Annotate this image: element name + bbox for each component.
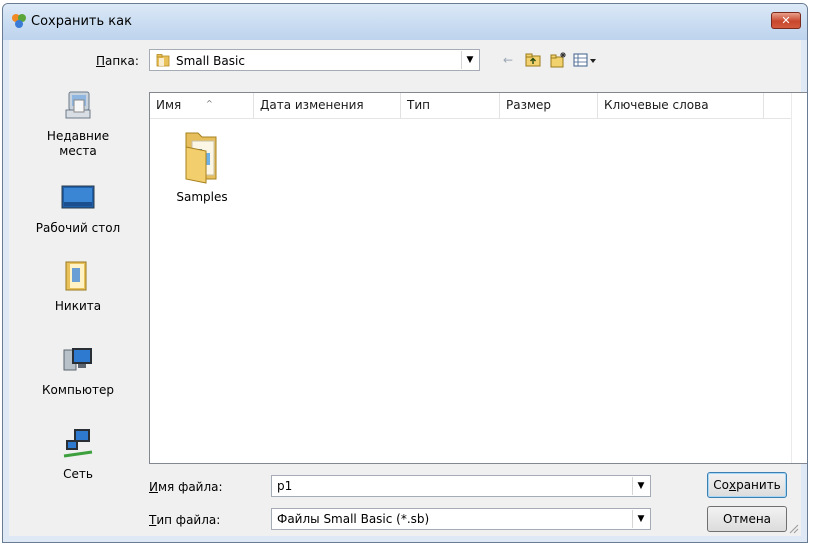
column-header-size[interactable]: Размер [500,93,598,118]
filename-label: Имя файла: [149,480,223,494]
place-label: Недавние [46,129,110,143]
place-label: Рабочий стол [35,221,121,235]
places-bar: Недавние места Рабочий стол Никита Компь… [15,80,141,510]
folder-icon [156,54,170,67]
place-network[interactable]: Сеть [15,426,141,482]
window-title: Сохранить как [31,14,132,29]
file-item-samples[interactable]: Samples [162,127,242,204]
column-header-row: Имя ^ Дата изменения Тип Размер Ключевые… [150,93,807,119]
chevron-down-icon: ▼ [466,55,474,65]
small-basic-app-icon [12,14,26,28]
file-list[interactable]: Имя ^ Дата изменения Тип Размер Ключевые… [149,92,807,464]
computer-icon [63,348,92,371]
save-as-dialog: Сохранить как ✕ Папка: Small Basic ▼ ← Н… [2,3,808,543]
place-label: Компьютер [42,383,114,397]
save-button[interactable]: Сохранить [707,472,787,498]
desktop-icon [61,185,95,209]
sort-ascending-icon: ^ [206,99,213,108]
filename-dropdown-button[interactable]: ▼ [632,477,649,495]
place-computer[interactable]: Компьютер [15,342,141,398]
dialog-body: Папка: Small Basic ▼ ← Недавние места Ра… [9,40,807,536]
up-folder-icon[interactable] [524,51,542,69]
place-label: места [59,144,97,158]
column-header-type[interactable]: Тип [401,93,500,118]
place-recent[interactable]: Недавние места [15,88,141,159]
view-menu-icon[interactable] [573,51,599,69]
place-user[interactable]: Никита [15,258,141,314]
current-folder-name: Small Basic [176,54,245,68]
folder-dropdown-button[interactable]: ▼ [461,51,478,69]
cancel-button[interactable]: Отмена [707,506,787,532]
place-label: Сеть [63,467,93,481]
close-button[interactable]: ✕ [771,12,801,29]
filetype-dropdown-button[interactable]: ▼ [632,510,649,528]
resize-grip-icon[interactable] [787,522,799,534]
back-arrow-icon[interactable]: ← [499,51,517,69]
user-folder-icon [65,261,87,291]
column-header-keywords[interactable]: Ключевые слова [598,93,764,118]
title-bar[interactable]: Сохранить как ✕ [3,4,807,40]
network-icon [63,429,93,458]
column-header-date[interactable]: Дата изменения [254,93,401,118]
filename-input[interactable]: p1 ▼ [271,475,651,497]
close-icon: ✕ [781,14,791,27]
place-desktop[interactable]: Рабочий стол [15,180,141,236]
column-header-name[interactable]: Имя ^ [150,93,254,118]
recent-places-icon [65,91,91,119]
folder-combobox[interactable]: Small Basic ▼ [149,49,480,71]
filetype-label: Тип файла: [149,513,221,527]
vertical-scrollbar-track[interactable] [791,93,807,463]
file-name: Samples [176,190,228,204]
place-label: Никита [54,299,102,313]
folder-icon [185,132,217,184]
folder-label: Папка: [96,54,139,68]
filetype-select[interactable]: Файлы Small Basic (*.sb) ▼ [271,508,651,530]
chevron-down-icon: ▼ [637,481,645,491]
new-folder-icon[interactable] [549,51,567,69]
chevron-down-icon: ▼ [637,514,645,524]
